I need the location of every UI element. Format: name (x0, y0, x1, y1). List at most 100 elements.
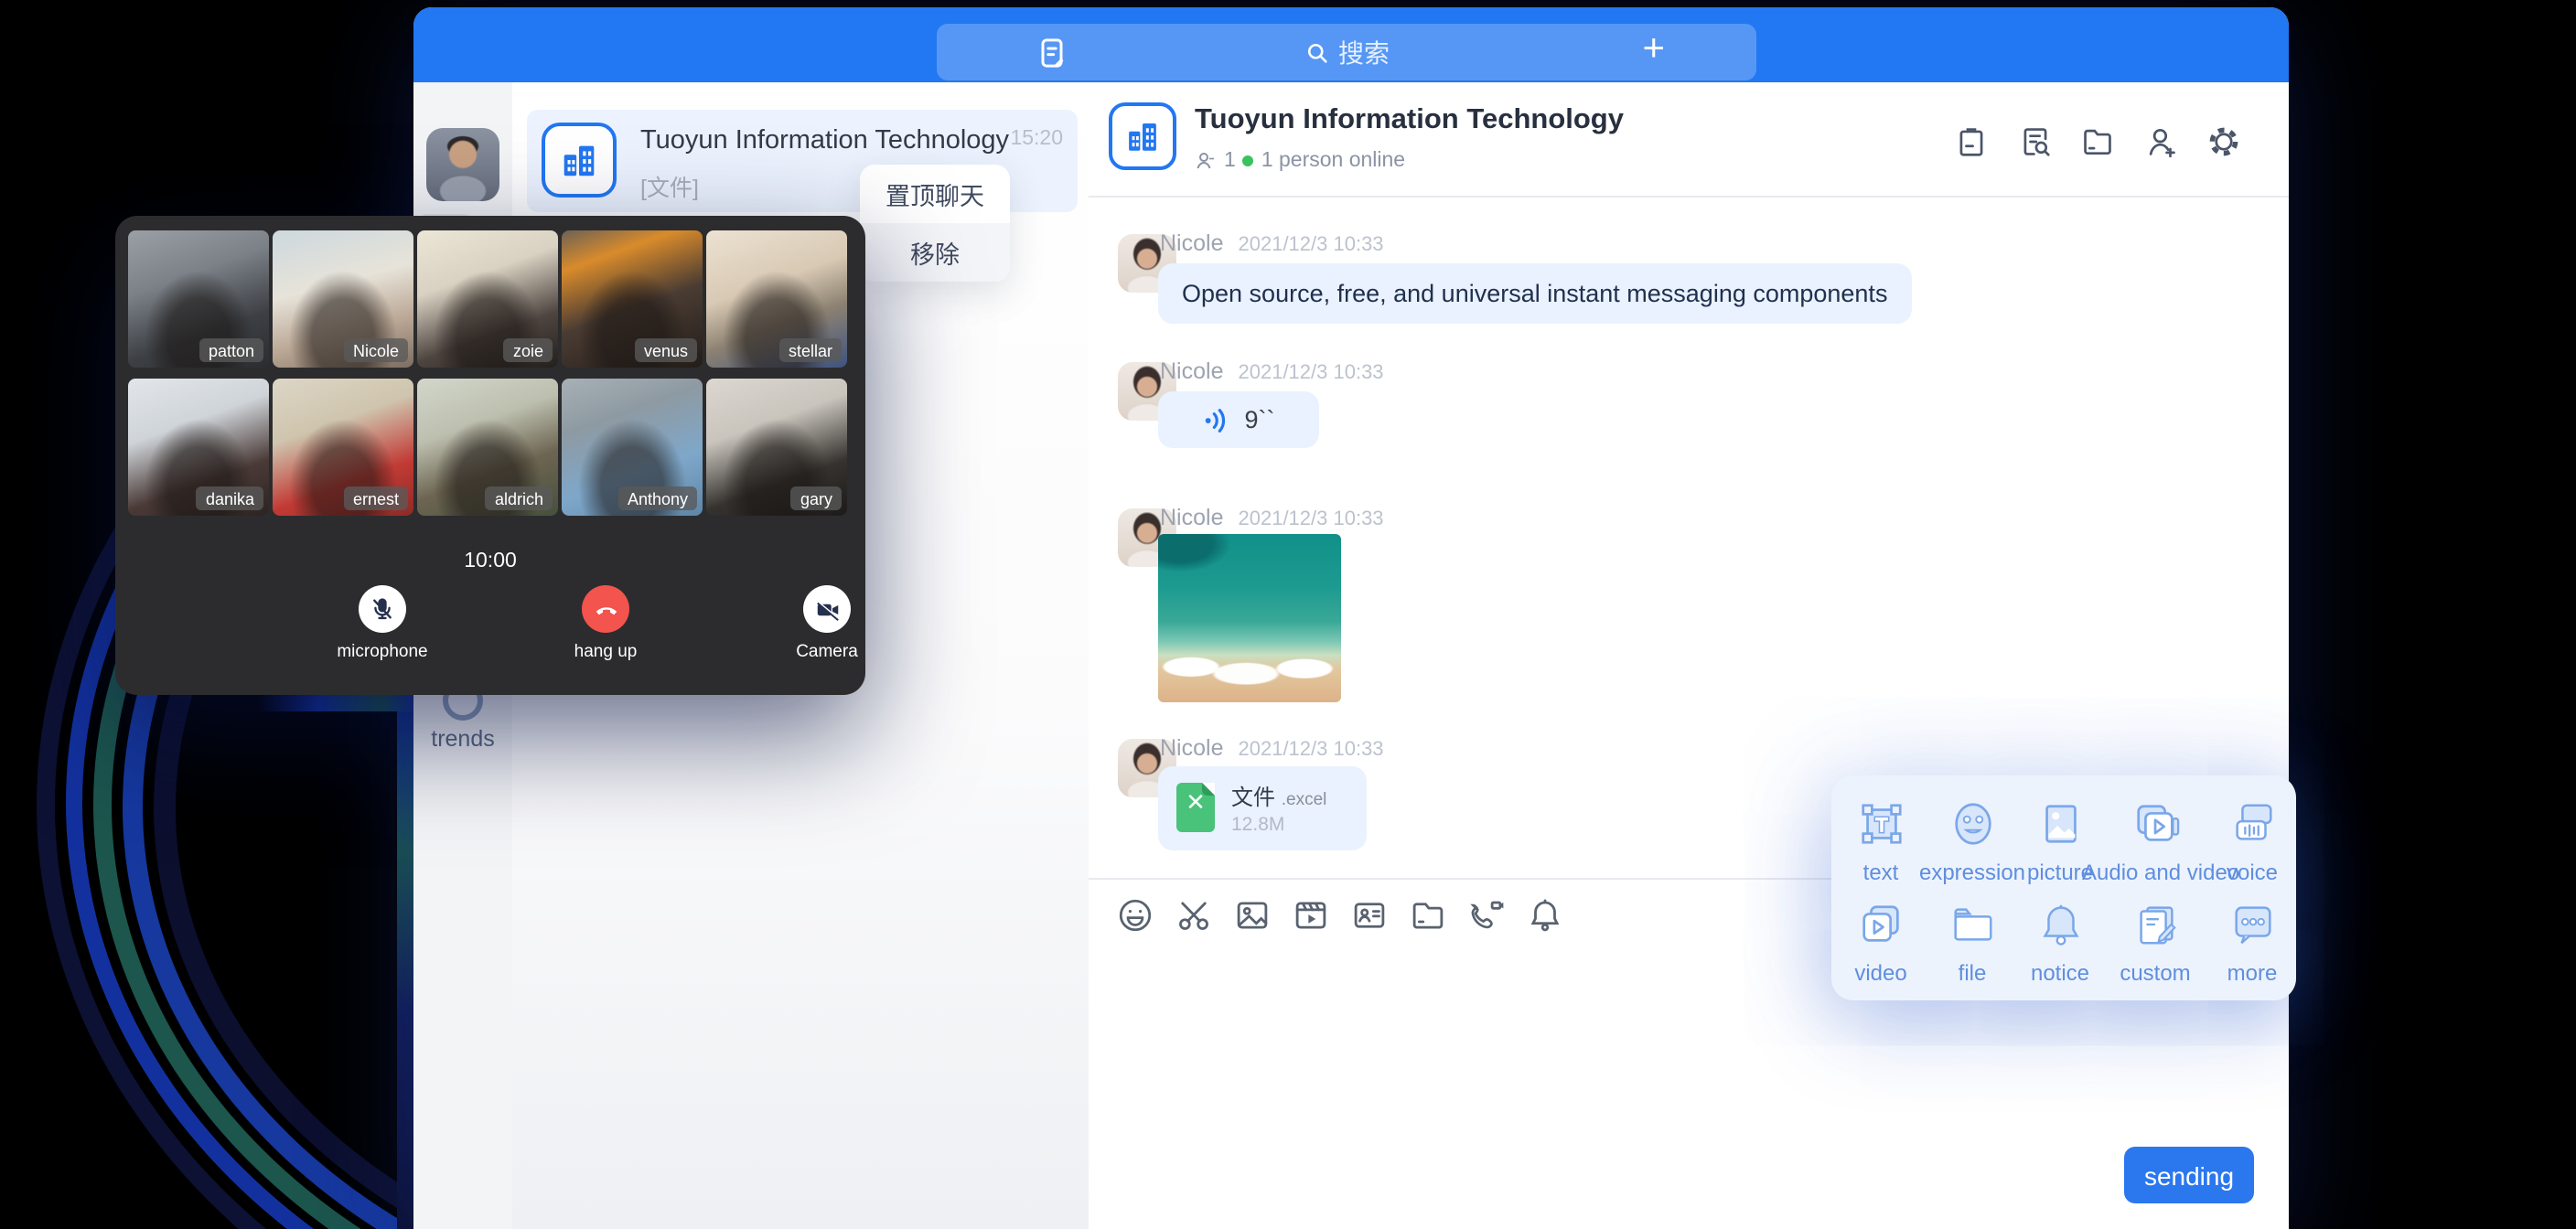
text-icon (1856, 799, 1905, 849)
participant-name: stellar (779, 338, 842, 362)
member-count: 1 (1224, 150, 1236, 172)
add-button[interactable]: + (1642, 27, 1665, 71)
message-time: 2021/12/3 10:33 (1239, 508, 1384, 530)
participant-tile[interactable]: venus (562, 230, 703, 368)
notice-board-icon[interactable] (1954, 124, 1989, 159)
members-icon (1195, 150, 1217, 172)
menu-item-remove[interactable]: 移除 (860, 223, 1010, 282)
send-button[interactable]: sending (2124, 1147, 2254, 1203)
group-avatar (542, 123, 617, 198)
page: 搜索 + trends (0, 0, 2576, 1229)
group-avatar (1109, 102, 1176, 170)
chat-subtitle: 1 1 person online (1195, 150, 1405, 172)
sender-name: Nicole (1160, 230, 1224, 256)
video-clapper-icon[interactable] (1292, 896, 1330, 935)
conversation-time: 15:20 (1010, 128, 1063, 150)
voice-duration: 9`` (1245, 406, 1275, 433)
picture-icon (2035, 799, 2085, 849)
participant-tile[interactable]: aldrich (417, 379, 558, 516)
voice-message-bubble[interactable]: 9`` (1158, 391, 1319, 448)
building-icon (558, 139, 600, 181)
sender-name: Nicole (1160, 505, 1224, 530)
sender-name: Nicole (1160, 358, 1224, 384)
participant-name: aldrich (486, 486, 553, 510)
chat-history-icon[interactable] (2017, 124, 2052, 159)
picture-icon[interactable] (1233, 896, 1272, 935)
video-call-icon[interactable] (1467, 896, 1506, 935)
online-dot (1243, 155, 1254, 166)
add-member-icon[interactable] (2143, 124, 2178, 159)
panel-item-more[interactable]: more (2179, 900, 2325, 986)
conversation-title: Tuoyun Information Technology (640, 126, 1017, 155)
message-bubble[interactable]: Open source, free, and universal instant… (1158, 263, 1911, 324)
participant-name: patton (199, 338, 263, 362)
participant-name: ernest (344, 486, 408, 510)
file-message-bubble[interactable]: ✕ 文件 .excel 12.8M (1158, 766, 1367, 850)
more-icon (2227, 900, 2277, 949)
camera-off-icon (813, 595, 841, 623)
my-avatar[interactable] (426, 128, 499, 201)
bg-ribbon-edge (397, 691, 413, 1229)
participant-name: gary (791, 486, 842, 510)
voice-icon (2227, 799, 2277, 849)
menu-item-pin-chat[interactable]: 置顶聊天 (860, 165, 1010, 223)
participant-tile[interactable]: gary (706, 379, 847, 516)
participant-name: danika (197, 486, 263, 510)
nav-item-trends[interactable]: trends (413, 726, 512, 752)
participant-name: venus (635, 338, 697, 362)
participant-name: zoie (504, 338, 553, 362)
participant-tile[interactable]: ernest (273, 379, 413, 516)
video-icon (1856, 900, 1905, 949)
hang-up-icon (592, 595, 619, 623)
building-icon (1123, 117, 1162, 155)
image-message-beach[interactable] (1158, 534, 1341, 702)
microphone-toggle-button[interactable] (359, 585, 406, 633)
participant-name: Nicole (344, 338, 408, 362)
file-name: 文件 .excel (1231, 781, 1326, 812)
excel-file-icon: ✕ (1176, 783, 1215, 832)
call-timer: 10:00 (115, 550, 865, 572)
settings-icon[interactable] (2206, 124, 2241, 159)
hang-up-label: hang up (542, 642, 670, 662)
context-menu: 置顶聊天 移除 (860, 165, 1010, 282)
voice-wave-icon (1203, 405, 1232, 434)
file-size: 12.8M (1231, 814, 1284, 836)
participant-tile[interactable]: Nicole (273, 230, 413, 368)
notification-bell-icon[interactable] (1526, 896, 1564, 935)
chat-title: Tuoyun Information Technology (1195, 104, 1624, 137)
search-icon (1304, 39, 1329, 65)
file-ext: .excel (1282, 790, 1327, 810)
emoji-icon[interactable] (1116, 896, 1154, 935)
video-call-overlay: patton Nicole zoie venus stellar danika … (115, 216, 865, 695)
camera-toggle-button[interactable] (803, 585, 851, 633)
contact-card-icon[interactable] (1350, 896, 1389, 935)
message-time: 2021/12/3 10:33 (1239, 739, 1384, 761)
search-input[interactable]: 搜索 (937, 24, 1756, 80)
sender-name: Nicole (1160, 735, 1224, 761)
custom-icon (2131, 900, 2180, 949)
chat-header-actions (1954, 124, 2241, 159)
top-bar: 搜索 + (413, 7, 2289, 82)
message-time: 2021/12/3 10:33 (1239, 234, 1384, 256)
chat-panel: Tuoyun Information Technology 1 1 person… (1089, 82, 2289, 1229)
folder-icon[interactable] (1409, 896, 1447, 935)
group-files-icon[interactable] (2080, 124, 2115, 159)
participant-tile[interactable]: Anthony (562, 379, 703, 516)
participant-tile[interactable]: danika (128, 379, 269, 516)
screenshot-scissors-icon[interactable] (1175, 896, 1213, 935)
conversation-last-message: [文件] (640, 168, 699, 203)
panel-item-voice[interactable]: voice (2179, 799, 2325, 885)
camera-label: Camera (763, 642, 891, 662)
audio-video-icon (2131, 799, 2180, 849)
mic-off-icon (370, 596, 395, 622)
participant-name: Anthony (618, 486, 697, 510)
participant-tile[interactable]: patton (128, 230, 269, 368)
chat-header: Tuoyun Information Technology 1 1 person… (1089, 82, 2289, 198)
online-status: 1 person online (1261, 150, 1405, 172)
participant-tile[interactable]: stellar (706, 230, 847, 368)
search-bar[interactable]: 搜索 + (937, 24, 1756, 80)
hang-up-button[interactable] (582, 585, 629, 633)
participant-tile[interactable]: zoie (417, 230, 558, 368)
search-placeholder: 搜索 (1338, 34, 1390, 70)
notice-bell-icon (2035, 900, 2085, 949)
